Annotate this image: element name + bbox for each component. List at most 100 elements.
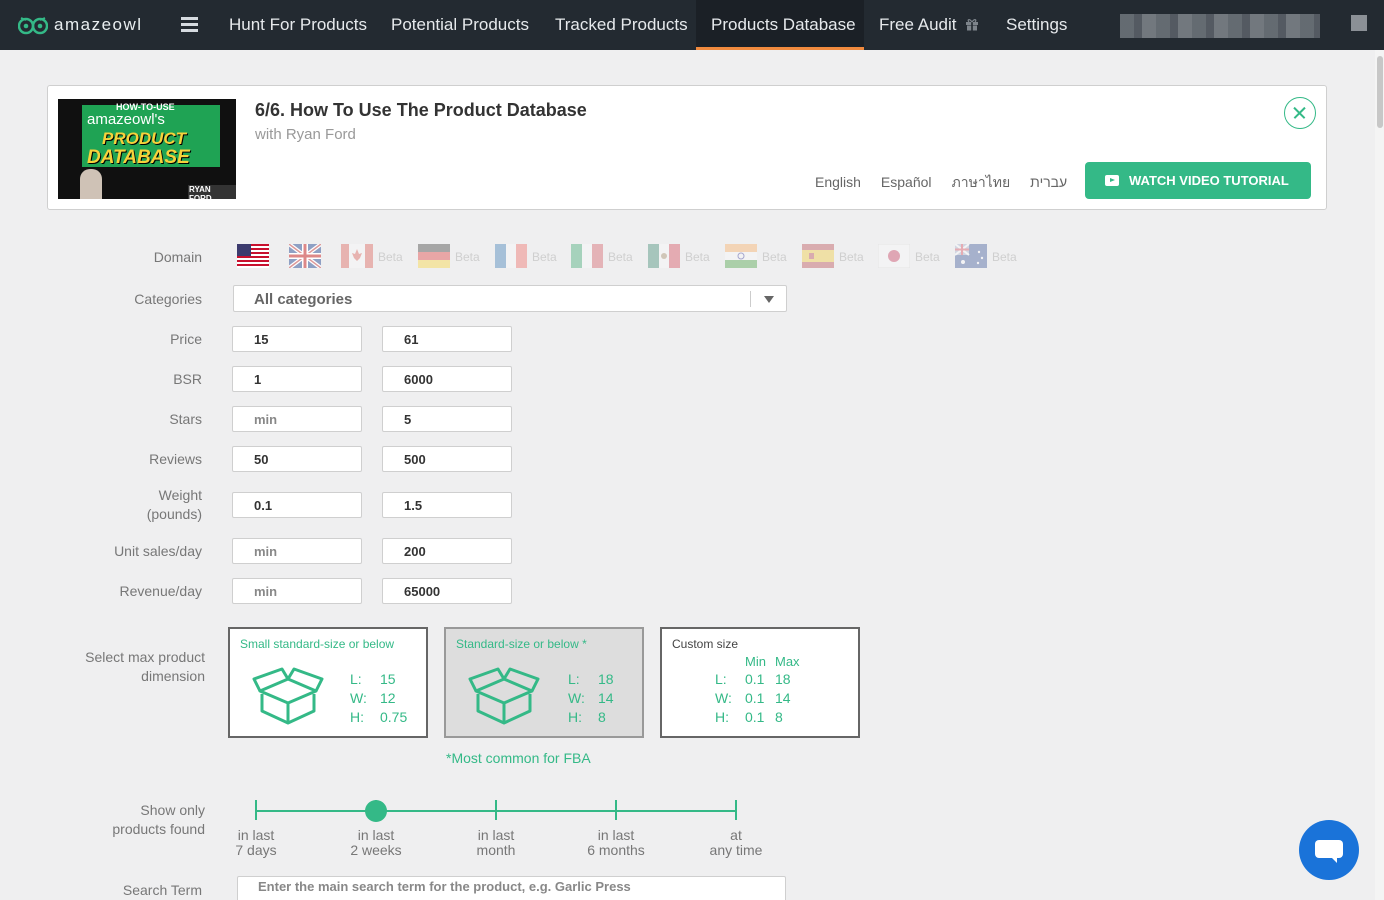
close-icon[interactable] <box>1284 97 1316 129</box>
blurred-avatar[interactable] <box>1351 15 1367 31</box>
custom-min-values[interactable]: 0.1 0.1 0.1 <box>745 670 764 727</box>
nav-free-audit[interactable]: Free Audit <box>879 0 979 50</box>
germany-flag-icon[interactable] <box>418 244 450 268</box>
tutorial-title: 6/6. How To Use The Product Database <box>255 100 587 120</box>
unit-sales-label: Unit sales/day <box>114 543 202 559</box>
custom-max-values[interactable]: 18 14 8 <box>775 670 791 727</box>
lang-hebrew[interactable]: עברית <box>1030 174 1067 190</box>
slider-tick[interactable] <box>735 800 737 820</box>
canada-flag-icon[interactable] <box>341 244 373 268</box>
dimension-label-line-1: Select max product <box>85 649 205 665</box>
time-stop-6-months[interactable]: in last 6 months <box>571 828 661 858</box>
chevron-down-icon[interactable] <box>764 296 774 303</box>
dimension-custom[interactable]: Custom size Min Max L: W: H: 0.1 0.1 0.1… <box>660 627 860 738</box>
time-slider-handle[interactable] <box>365 800 387 822</box>
thumbnail-line-2: amazeowl's <box>87 111 165 128</box>
france-flag-icon[interactable] <box>495 244 527 268</box>
weight-label: Weight (pounds) <box>100 486 202 524</box>
bsr-max-input[interactable] <box>382 366 512 392</box>
time-stop-month[interactable]: in last month <box>451 828 541 858</box>
beta-badge-spain: Beta <box>839 250 864 264</box>
price-max-input[interactable] <box>382 326 512 352</box>
custom-max-header: Max <box>775 654 800 669</box>
nav-settings[interactable]: Settings <box>1006 0 1067 50</box>
logo[interactable]: amazeowl <box>18 13 143 37</box>
lang-spanish[interactable]: Español <box>881 174 932 190</box>
beta-badge-australia: Beta <box>992 250 1017 264</box>
dimension-box-title: Standard-size or below * <box>456 637 587 651</box>
beta-badge-italy: Beta <box>608 250 633 264</box>
slider-tick[interactable] <box>495 800 497 820</box>
revenue-max-input[interactable] <box>382 578 512 604</box>
scrollbar-thumb[interactable] <box>1377 56 1383 128</box>
lang-thai[interactable]: ภาษาไทย <box>952 174 1011 190</box>
india-flag-icon[interactable] <box>725 244 757 268</box>
categories-selected-value: All categories <box>254 291 353 308</box>
reviews-max-input[interactable] <box>382 446 512 472</box>
show-only-label-line-1: Show only <box>140 802 205 818</box>
chat-button[interactable] <box>1299 820 1359 880</box>
dim-value-l: 15 <box>380 671 396 687</box>
weight-min-input[interactable] <box>232 492 362 518</box>
australia-flag-icon[interactable] <box>955 244 987 268</box>
weight-max-input[interactable] <box>382 492 512 518</box>
nav-hunt-for-products[interactable]: Hunt For Products <box>229 0 367 50</box>
lang-english[interactable]: English <box>815 174 861 190</box>
video-thumbnail[interactable]: HOW-TO-USE amazeowl's PRODUCT DATABASE R… <box>58 99 236 199</box>
dimension-keys: L: W: H: <box>715 670 732 727</box>
dimension-small-standard[interactable]: Small standard-size or below L: W: H: 15… <box>228 627 428 738</box>
blurred-account-info <box>1120 14 1320 38</box>
page-scrollbar[interactable] <box>1375 50 1384 900</box>
fba-note: *Most common for FBA <box>446 750 591 766</box>
dim-key-l: L: <box>715 671 727 687</box>
price-min-input[interactable] <box>232 326 362 352</box>
show-only-label: Show only products found <box>60 801 205 839</box>
uk-flag-icon[interactable] <box>289 244 321 268</box>
time-stop-line-2: month <box>476 842 516 858</box>
mexico-flag-icon[interactable] <box>648 244 680 268</box>
nav-products-database[interactable]: Products Database <box>696 0 864 50</box>
time-stop-7-days[interactable]: in last 7 days <box>211 828 301 858</box>
dimension-label: Select max product dimension <box>60 648 205 686</box>
unit-sales-min-input[interactable] <box>232 538 362 564</box>
stars-min-input[interactable] <box>232 406 362 432</box>
hamburger-menu-icon[interactable] <box>181 17 198 32</box>
weight-label-line-2: (pounds) <box>146 506 202 522</box>
time-stop-line-1: in last <box>357 827 395 843</box>
time-stop-line-1: in last <box>237 827 275 843</box>
dim-key-h: H: <box>568 709 582 725</box>
watch-video-tutorial-button[interactable]: WATCH VIDEO TUTORIAL <box>1085 162 1311 199</box>
thumbnail-line-4: DATABASE <box>87 147 190 168</box>
spain-flag-icon[interactable] <box>802 244 834 268</box>
us-flag-icon[interactable] <box>237 244 269 268</box>
time-stop-line-1: in last <box>597 827 635 843</box>
time-stop-line-2: any time <box>709 842 763 858</box>
unit-sales-max-input[interactable] <box>382 538 512 564</box>
categories-select[interactable]: All categories <box>233 285 787 312</box>
dimension-box-title: Small standard-size or below <box>240 637 395 651</box>
dim-key-w: W: <box>350 690 367 706</box>
bsr-min-input[interactable] <box>232 366 362 392</box>
slider-tick[interactable] <box>255 800 257 820</box>
search-term-input[interactable] <box>237 876 786 900</box>
dim-value-h: 8 <box>598 709 606 725</box>
show-only-label-line-2: products found <box>112 821 205 837</box>
dimension-standard[interactable]: Standard-size or below * L: W: H: 18 14 … <box>444 627 644 738</box>
top-nav: amazeowl Hunt For Products Potential Pro… <box>0 0 1384 50</box>
time-stop-line-2: 2 weeks <box>350 842 402 858</box>
italy-flag-icon[interactable] <box>571 244 603 268</box>
nav-tracked-products[interactable]: Tracked Products <box>555 0 688 50</box>
time-stop-any-time[interactable]: at any time <box>691 828 781 858</box>
slider-tick[interactable] <box>615 800 617 820</box>
gift-icon <box>965 19 978 31</box>
nav-potential-products[interactable]: Potential Products <box>391 0 529 50</box>
reviews-min-input[interactable] <box>232 446 362 472</box>
time-stop-2-weeks[interactable]: in last 2 weeks <box>331 828 421 858</box>
presenter-image <box>80 169 102 199</box>
stars-max-input[interactable] <box>382 406 512 432</box>
japan-flag-icon[interactable] <box>878 244 910 268</box>
language-links: English Español ภาษาไทย עברית <box>815 172 1087 194</box>
revenue-min-input[interactable] <box>232 578 362 604</box>
beta-badge-japan: Beta <box>915 250 940 264</box>
beta-badge-germany: Beta <box>455 250 480 264</box>
